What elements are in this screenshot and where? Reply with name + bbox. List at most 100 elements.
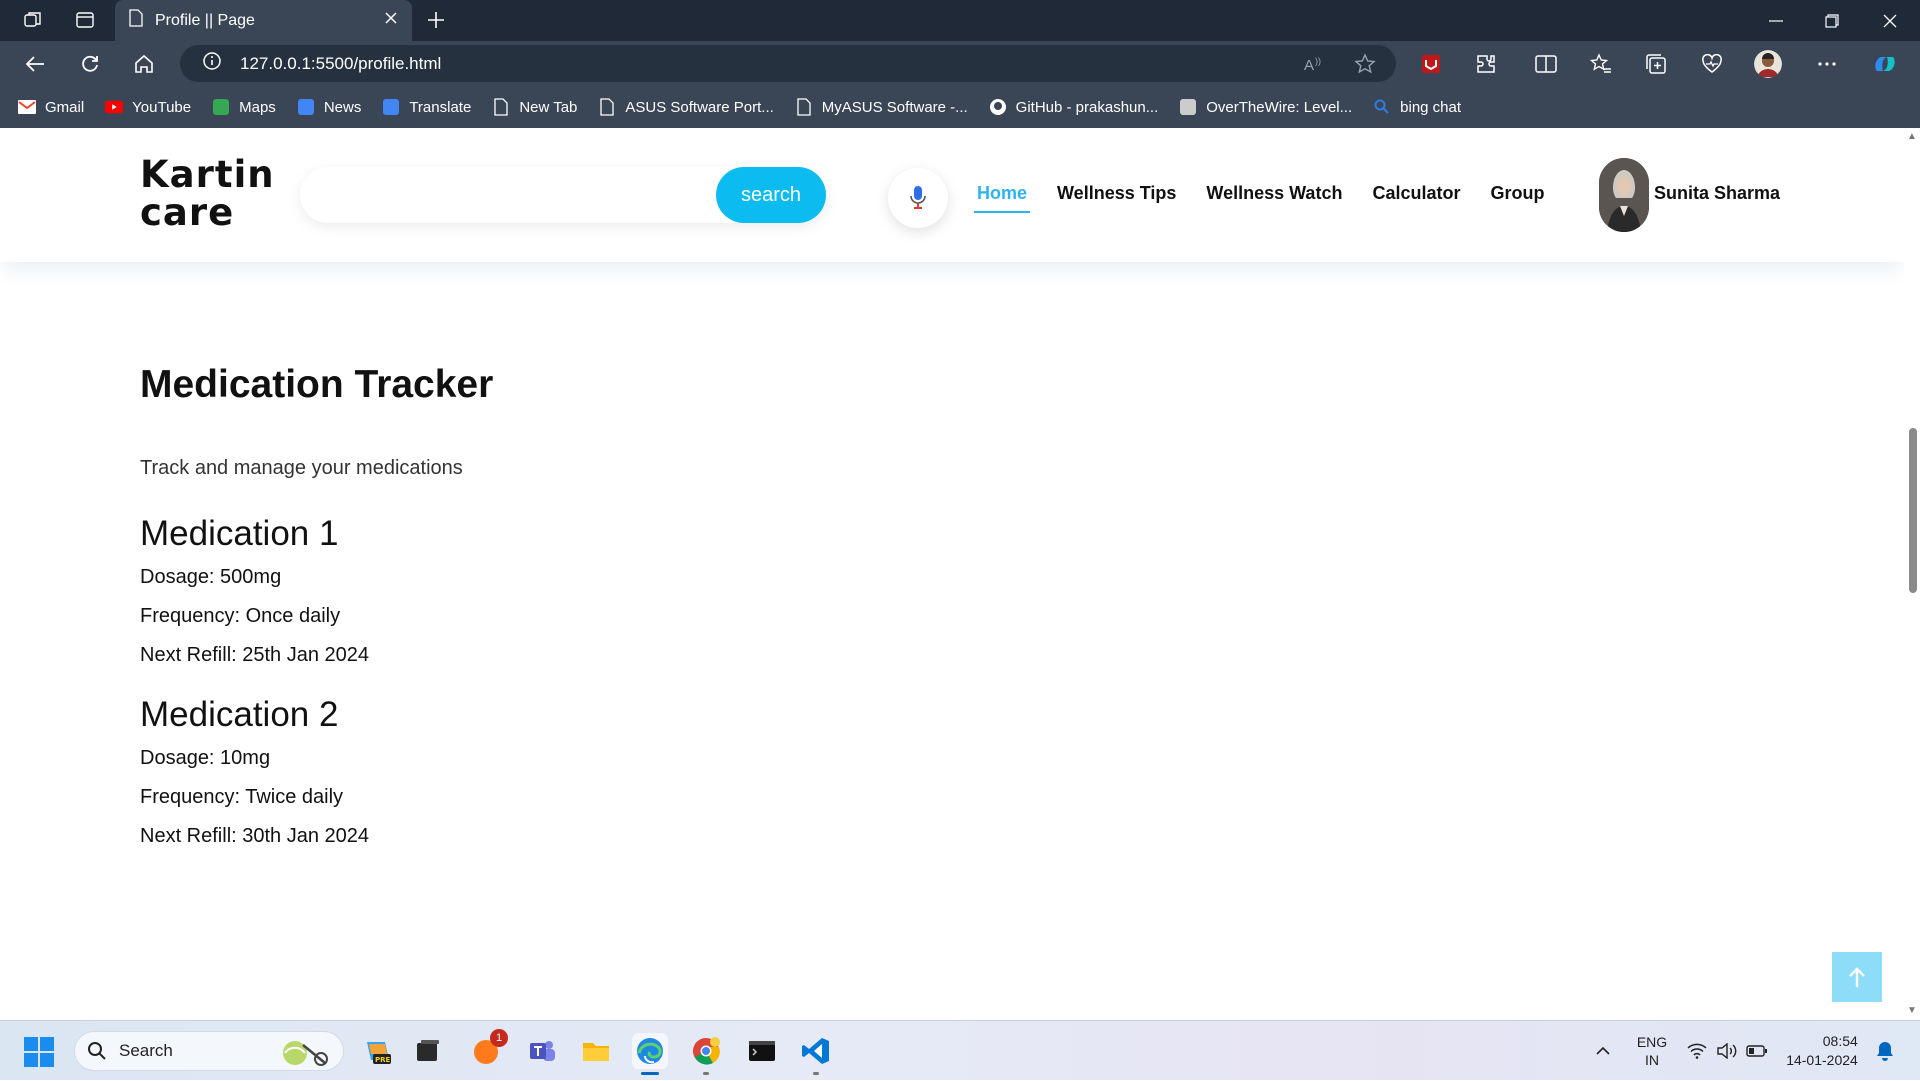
svg-text:)): )): [1315, 56, 1321, 66]
url-text: 127.0.0.1:5500/profile.html: [240, 53, 442, 73]
page-icon: [492, 98, 510, 116]
workspaces-icon[interactable]: [20, 8, 46, 32]
close-window-button[interactable]: [1862, 0, 1918, 41]
read-aloud-icon[interactable]: A)): [1302, 51, 1328, 77]
nav-item-wellness-tips[interactable]: Wellness Tips: [1057, 183, 1176, 213]
medication-next-refill: Next Refill: 25th Jan 2024: [140, 644, 370, 666]
notification-badge: 1: [490, 1029, 508, 1047]
bookmark-item[interactable]: New Tab: [492, 98, 577, 116]
copilot-icon[interactable]: [1870, 50, 1900, 78]
task-view-icon: [417, 1040, 439, 1061]
medication-frequency: Frequency: Once daily: [140, 605, 341, 627]
nav-item-wellness-watch[interactable]: Wellness Watch: [1206, 183, 1342, 213]
taskbar-app-task-view[interactable]: [410, 1033, 446, 1069]
minimize-button[interactable]: [1748, 0, 1804, 41]
close-tab-icon[interactable]: [384, 11, 398, 30]
bookmark-item[interactable]: News: [297, 98, 361, 116]
medication-dosage: Dosage: 500mg: [140, 566, 282, 588]
battery-icon[interactable]: [1744, 1021, 1770, 1081]
notifications-bell-icon[interactable]: [1872, 1021, 1898, 1081]
page-scrollbar[interactable]: ▲ ▼: [1904, 128, 1920, 1020]
tab-profile-page[interactable]: Profile || Page: [115, 0, 412, 41]
youtube-icon: [105, 98, 124, 116]
bookmark-item[interactable]: OverTheWire: Level...: [1179, 98, 1352, 116]
nav-item-group[interactable]: Group: [1490, 183, 1544, 213]
folder-icon: [583, 1043, 609, 1061]
show-hidden-icons-button[interactable]: [1590, 1021, 1616, 1081]
chevron-up-icon: [1596, 1046, 1610, 1055]
bookmark-item[interactable]: YouTube: [105, 98, 191, 116]
voice-search-button[interactable]: [888, 168, 948, 228]
home-button[interactable]: [129, 50, 159, 78]
input-language-indicator[interactable]: ENG IN: [1632, 1021, 1672, 1081]
bookmark-label: Gmail: [45, 98, 85, 116]
favorites-icon[interactable]: [1586, 50, 1616, 78]
user-avatar[interactable]: [1599, 158, 1649, 232]
taskbar-app-edge[interactable]: [632, 1033, 668, 1075]
windows-taskbar: Search PRE 1 ENG IN 08:54 14-01-2024: [0, 1020, 1920, 1080]
bookmark-label: MyASUS Software -...: [821, 98, 968, 116]
region-code: IN: [1645, 1052, 1659, 1068]
scroll-thumb[interactable]: [1909, 428, 1917, 593]
bookmark-item[interactable]: ASUS Software Port...: [598, 98, 774, 116]
bookmark-item[interactable]: Gmail: [18, 98, 84, 116]
scroll-up-arrow-icon[interactable]: ▲: [1907, 132, 1917, 142]
chrome-icon: [693, 1037, 720, 1065]
taskbar-app-terminal[interactable]: [744, 1033, 780, 1069]
site-logo[interactable]: Kartin care: [140, 156, 275, 232]
volume-icon[interactable]: [1714, 1021, 1740, 1081]
restore-button[interactable]: [1804, 0, 1860, 41]
vscode-icon: [802, 1038, 829, 1064]
nav-item-home[interactable]: Home: [973, 183, 1031, 213]
collections-icon[interactable]: [1641, 50, 1671, 78]
search-button[interactable]: search: [716, 167, 826, 223]
favorite-star-icon[interactable]: [1352, 51, 1378, 77]
logo-line-1: Kartin: [140, 153, 275, 196]
taskbar-app-vscode[interactable]: [798, 1033, 834, 1075]
bookmark-label: ASUS Software Port...: [625, 98, 774, 116]
medication-list: Medication 1 Dosage: 500mg Frequency: Once…: [140, 514, 493, 848]
bookmarks-bar: Gmail YouTube Maps News Translate New Tab ASUS…: [0, 86, 1920, 128]
overthewire-icon: [1179, 98, 1197, 116]
page-icon: [598, 98, 616, 116]
new-tab-button[interactable]: [423, 7, 449, 33]
medication-card: Medication 2 Dosage: 10mg Frequency: Twice…: [140, 695, 493, 848]
bookmark-item[interactable]: Translate: [382, 98, 471, 116]
profile-avatar-icon[interactable]: [1754, 50, 1782, 78]
address-bar[interactable]: 127.0.0.1:5500/profile.html A)): [180, 45, 1396, 82]
system-clock[interactable]: 08:54 14-01-2024: [1776, 1021, 1868, 1081]
taskbar-app-teams[interactable]: [524, 1033, 560, 1069]
taskbar-app-file-explorer[interactable]: [578, 1033, 614, 1069]
bookmark-item[interactable]: Maps: [212, 98, 276, 116]
medication-tracker-section: Medication Tracker Track and manage your…: [140, 363, 493, 848]
back-button[interactable]: [20, 50, 50, 78]
user-name[interactable]: Sunita Sharma: [1654, 183, 1780, 204]
taskbar-app-chrome[interactable]: [688, 1033, 724, 1075]
more-options-icon[interactable]: [1812, 50, 1842, 78]
bookmark-item[interactable]: MyASUS Software -...: [795, 98, 968, 116]
split-screen-icon[interactable]: [1531, 50, 1561, 78]
gmail-icon: [18, 98, 36, 116]
taskbar-search-label: Search: [119, 1041, 173, 1060]
browser-essentials-icon[interactable]: [1697, 50, 1727, 78]
scroll-to-top-button[interactable]: [1832, 952, 1882, 1002]
mcafee-extension-icon[interactable]: [1416, 50, 1446, 78]
taskbar-app-copilot-pre[interactable]: PRE: [360, 1033, 396, 1069]
taskbar-search[interactable]: Search: [74, 1031, 344, 1071]
scroll-down-arrow-icon[interactable]: ▼: [1907, 1006, 1917, 1016]
terminal-icon: [749, 1041, 775, 1061]
page-icon: [129, 9, 143, 32]
bookmark-item[interactable]: bing chat: [1373, 98, 1461, 116]
page-title: Medication Tracker: [140, 363, 494, 406]
nav-item-calculator[interactable]: Calculator: [1372, 183, 1460, 213]
start-button[interactable]: [24, 1037, 54, 1067]
taskbar-app-firefox[interactable]: 1: [468, 1029, 508, 1069]
bookmark-item[interactable]: GitHub - prakashun...: [989, 98, 1158, 116]
wifi-icon[interactable]: [1684, 1021, 1710, 1081]
extensions-icon[interactable]: [1471, 50, 1501, 78]
search-input[interactable]: [322, 177, 702, 213]
site-info-icon[interactable]: [202, 51, 222, 76]
main-nav: Home Wellness Tips Wellness Watch Calculato…: [973, 183, 1574, 213]
refresh-button[interactable]: [75, 50, 105, 78]
tab-actions-icon[interactable]: [72, 8, 98, 32]
